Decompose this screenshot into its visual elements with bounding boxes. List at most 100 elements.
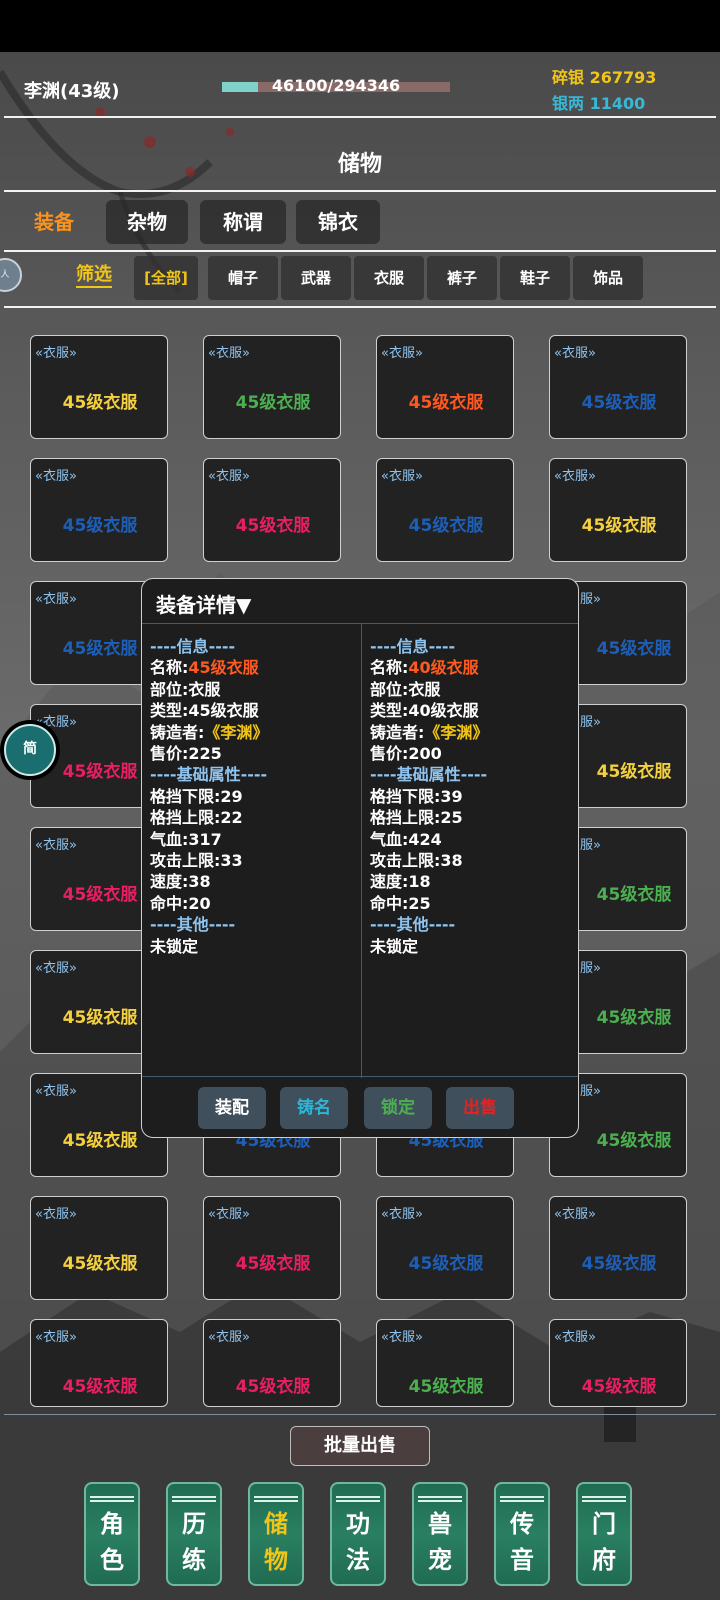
engrave-button[interactable]: 铸名 [280,1087,348,1129]
nav-label-top: 门 [592,1510,616,1538]
nav-skills[interactable]: 功 法 [330,1482,386,1586]
tab-robes[interactable]: 锦衣 [296,200,380,244]
inventory-item[interactable]: «衣服» 45级衣服 [549,335,687,439]
item-name: 45级衣服 [581,1254,657,1274]
item-category-tag: 服» [580,715,601,730]
stat-row: 命中:20 [150,893,211,913]
section-header: ----基础属性---- [150,765,268,785]
stat-row: 攻击上限:38 [370,851,463,871]
nav-training[interactable]: 历 练 [166,1482,222,1586]
item-category-tag: 服» [580,592,601,607]
stat-row: 气血:424 [370,829,442,849]
nav-label-bottom: 府 [592,1546,616,1574]
filter-weapon[interactable]: 武器 [281,256,351,300]
tab-titles[interactable]: 称谓 [200,200,286,244]
inventory-item[interactable]: «衣服» 45级衣服 [376,1196,514,1300]
page-title: 储物 [337,152,382,177]
exp-text: 46100/294346 [271,76,401,95]
inventory-item[interactable]: «衣服» 45级衣服 [203,1196,341,1300]
nav-label-top: 储 [264,1510,288,1538]
inventory-item[interactable]: «衣服» 45级衣服 [30,1196,168,1300]
filter-shoes[interactable]: 鞋子 [500,256,570,300]
section-header: ----信息---- [370,637,456,656]
item-name: 45级衣服 [62,1254,138,1274]
column-divider [361,624,362,1078]
avatar-icon[interactable]: 人 [0,258,22,292]
nav-character[interactable]: 角 色 [84,1482,140,1586]
inventory-item[interactable]: «衣服» 45级衣服 [30,458,168,562]
tab-equipment[interactable]: 装备 [24,200,84,244]
item-category-tag: «衣服» [35,1084,77,1099]
name-row: 名称:45级衣服 [150,657,268,678]
inventory-item[interactable]: «衣服» 45级衣服 [30,1319,168,1407]
item-category-tag: «衣服» [381,1330,423,1345]
filter-hat[interactable]: 帽子 [208,256,278,300]
filter-row: 人 筛选 [全部] 帽子 武器 衣服 裤子 鞋子 饰品 [0,256,720,302]
filter-accessory[interactable]: 饰品 [573,256,643,300]
item-name: 45级衣服 [596,885,672,905]
inventory-item[interactable]: «衣服» 45级衣服 [549,458,687,562]
inventory-item[interactable]: «衣服» 45级衣服 [30,335,168,439]
equip-button[interactable]: 装配 [198,1087,266,1129]
lock-button[interactable]: 锁定 [364,1087,432,1129]
nav-label-top: 兽 [428,1510,452,1538]
maker-label: 铸造者: [370,722,425,742]
filter-pants[interactable]: 裤子 [427,256,497,300]
nav-messages[interactable]: 传 音 [494,1482,550,1586]
inventory-item[interactable]: «衣服» 45级衣服 [376,335,514,439]
inventory-item[interactable]: «衣服» 45级衣服 [376,1319,514,1407]
item-category-tag: «衣服» [381,346,423,361]
item-category-tag: 服» [580,838,601,853]
filter-clothes[interactable]: 衣服 [354,256,424,300]
scroll-ornament-icon [254,1496,298,1502]
nav-label-bottom: 色 [100,1546,124,1574]
divider [4,190,716,192]
item-category-tag: 服» [580,961,601,976]
simplified-toggle-button[interactable]: 简 [0,720,60,780]
name-label: 名称: [370,658,409,678]
inventory-item[interactable]: «衣服» 45级衣服 [203,458,341,562]
bulk-sell-button[interactable]: 批量出售 [290,1426,430,1466]
item-name: 45级衣服 [581,1377,657,1397]
item-category-tag: «衣服» [208,1207,250,1222]
nav-label-bottom: 音 [510,1546,534,1574]
item-category-tag: «衣服» [35,1207,77,1222]
nav-label-top: 传 [510,1510,534,1538]
sell-button[interactable]: 出售 [446,1087,514,1129]
nav-storage[interactable]: 储 物 [248,1482,304,1586]
player-name[interactable]: 李渊(43级) [24,77,120,103]
price-row: 售价:200 [370,744,442,764]
stat-row: 攻击上限:33 [150,851,243,871]
section-header: ----基础属性---- [370,765,488,785]
nav-label-top: 角 [100,1510,124,1538]
inventory-item[interactable]: «衣服» 45级衣服 [203,335,341,439]
item-category-tag: «衣服» [35,346,77,361]
item-category-tag: «衣服» [35,469,77,484]
nav-pets[interactable]: 兽 宠 [412,1482,468,1586]
dialog-title[interactable]: 装备详情▼ [156,589,251,618]
maker-row: 铸造者:《李渊》 [370,722,488,743]
name-row: 名称:40级衣服 [370,657,488,678]
item-name: 45级衣服 [62,516,138,536]
slot-row: 部位:衣服 [370,679,441,699]
inventory-item[interactable]: «衣服» 45级衣服 [549,1319,687,1407]
item-name: 45级衣服 [62,1377,138,1397]
stat-row: 格挡下限:29 [150,786,243,806]
inventory-item[interactable]: «衣服» 45级衣服 [376,458,514,562]
tab-misc[interactable]: 杂物 [106,200,188,244]
slot-row: 部位:衣服 [150,679,221,699]
nav-residence[interactable]: 门 府 [576,1482,632,1586]
current-item-column: ----信息---- 名称:45级衣服 部位:衣服 类型:45级衣服 铸造者:《… [150,636,268,957]
item-name: 45级衣服 [596,762,672,782]
scroll-ornament-icon [582,1496,626,1502]
inventory-item[interactable]: «衣服» 45级衣服 [203,1319,341,1407]
item-category-tag: «衣服» [554,346,596,361]
item-category-tag: «衣服» [381,1207,423,1222]
item-category-tag: «衣服» [35,592,77,607]
item-name: 45级衣服 [408,516,484,536]
inventory-item[interactable]: «衣服» 45级衣服 [549,1196,687,1300]
name-value: 40级衣服 [408,658,479,678]
filter-label[interactable]: 筛选 [76,264,112,288]
filter-all[interactable]: [全部] [134,256,198,300]
stat-row: 格挡上限:22 [150,808,243,828]
